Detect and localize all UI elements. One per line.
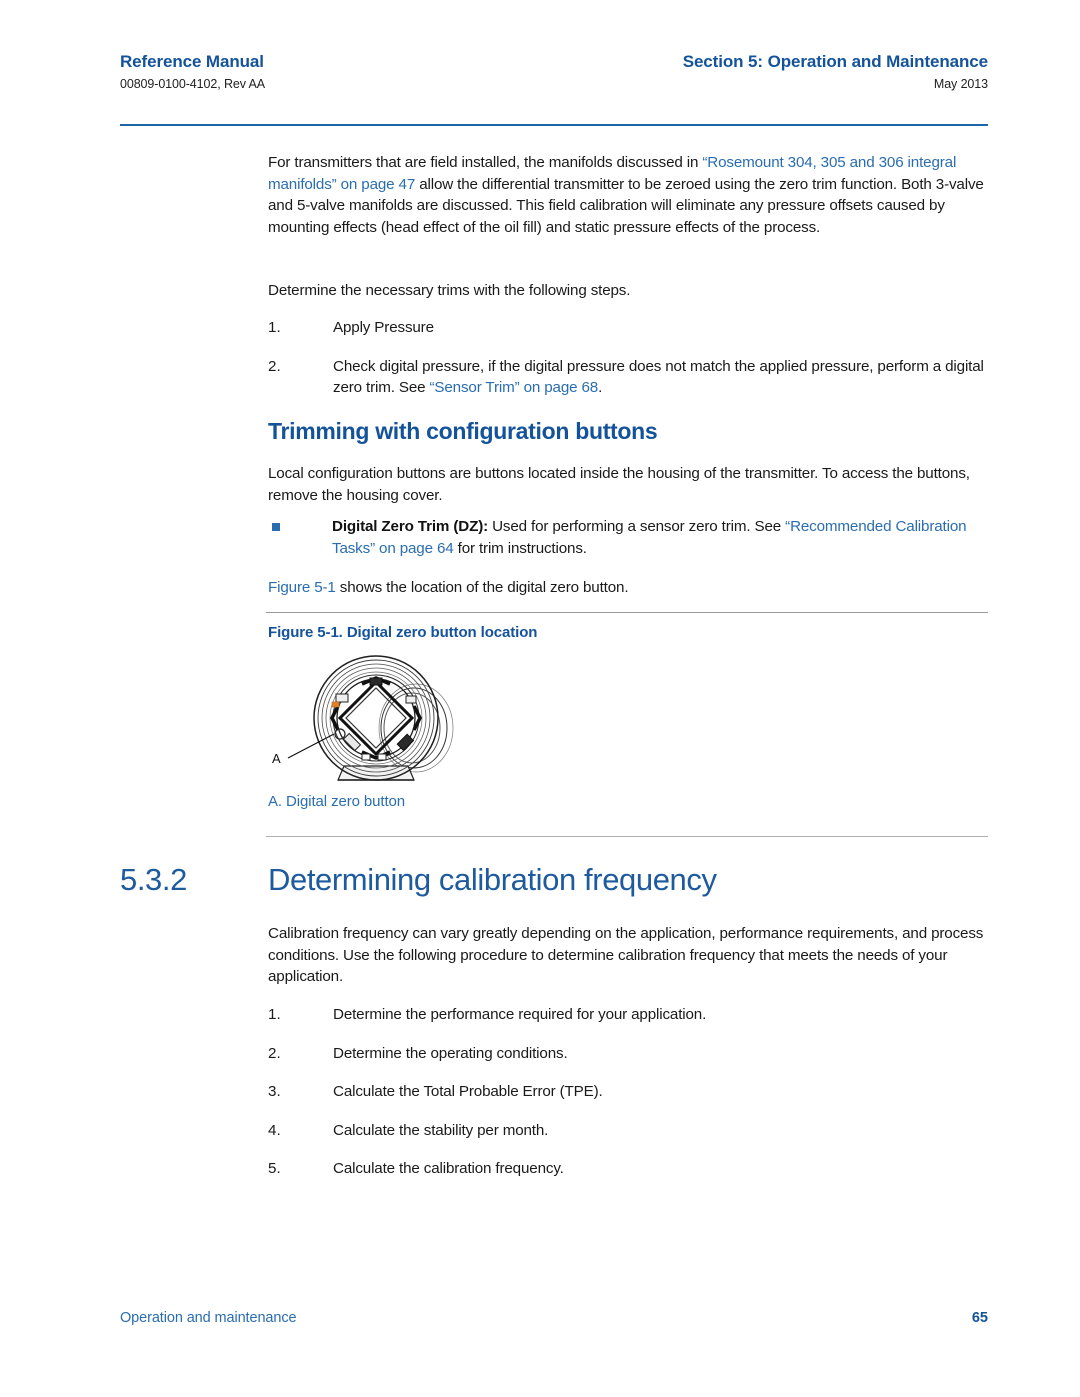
footer-page-number: 65 (971, 1310, 988, 1326)
transmitter-housing-drawing: A (272, 655, 454, 781)
list-item-number: 2. (268, 357, 281, 375)
list-item-text-b: . (598, 379, 603, 396)
list-item-number: 1. (268, 319, 281, 336)
list-item: Digital Zero Trim (DZ): Used for perform… (268, 516, 988, 559)
calibration-procedure-list: 1. Determine the performance required fo… (268, 1004, 988, 1180)
list-item-number: 4. (268, 1121, 281, 1139)
figure-callout-a: A (272, 751, 281, 766)
list-item: 1. Determine the performance required fo… (268, 1004, 988, 1026)
figure-top-divider (266, 612, 988, 613)
header-document-number: 00809-0100-4102, Rev AA (120, 77, 266, 91)
list-item: 4. Calculate the stability per month. (268, 1120, 988, 1142)
page-footer: Operation and maintenance 65 (120, 1310, 988, 1326)
list-item-number: 2. (268, 1044, 281, 1062)
intro-paragraph-text: For transmitters that are field installe… (268, 152, 988, 238)
header-subtitle-row: 00809-0100-4102, Rev AA May 2013 (120, 77, 988, 91)
header-date: May 2013 (933, 77, 988, 91)
list-item-text: Determine the operating conditions. (333, 1044, 568, 1062)
list-item: 2. Check digital pressure, if the digita… (268, 356, 988, 399)
figure-legend: A. Digital zero button (268, 793, 406, 810)
list-item-text: Apply Pressure (333, 319, 434, 336)
header-title-row: Reference Manual Section 5: Operation an… (120, 52, 988, 72)
sensor-trim-cross-reference-link[interactable]: “Sensor Trim” on page 68 (430, 379, 599, 396)
header-divider (120, 124, 988, 126)
footer-chapter-label: Operation and maintenance (120, 1310, 297, 1326)
figure-transmitter-housing-illustration: A (266, 650, 486, 790)
figure-bottom-divider (266, 836, 988, 837)
list-item: 2. Determine the operating conditions. (268, 1043, 988, 1065)
calibration-frequency-paragraph: Calibration frequency can vary greatly d… (268, 923, 988, 988)
section-number: 5.3.2 (120, 862, 187, 897)
figure-reference-text: Figure 5-1 shows the location of the dig… (268, 577, 988, 599)
bullet-text-a: Used for performing a sensor zero trim. … (488, 518, 786, 535)
figure-caption: Figure 5-1. Digital zero button location (268, 624, 538, 641)
local-buttons-paragraph: Local configuration buttons are buttons … (268, 463, 988, 506)
list-item-text: Digital Zero Trim (DZ): Used for perform… (332, 516, 988, 559)
figure-reference-rest: shows the location of the digital zero b… (335, 579, 629, 596)
digital-zero-trim-label: Digital Zero Trim (DZ): (332, 518, 489, 535)
list-item-text: Calculate the calibration frequency. (333, 1160, 564, 1177)
list-item-text: Calculate the stability per month. (333, 1121, 549, 1139)
header-manual-title: Reference Manual (120, 52, 264, 71)
square-bullet-icon (268, 516, 332, 531)
list-item: 5. Calculate the calibration frequency. (268, 1158, 988, 1180)
list-item: 1. Apply Pressure (268, 317, 988, 339)
figure-reference-paragraph: Figure 5-1 shows the location of the dig… (268, 577, 988, 599)
intro-paragraph: For transmitters that are field installe… (268, 152, 988, 238)
list-item-text: Calculate the Total Probable Error (TPE)… (333, 1083, 603, 1100)
list-item-number: 5. (268, 1160, 281, 1177)
list-item: 3. Calculate the Total Probable Error (T… (268, 1081, 988, 1103)
document-page: Reference Manual Section 5: Operation an… (0, 0, 1080, 1397)
list-item-number: 1. (268, 1006, 281, 1023)
local-buttons-text: Local configuration buttons are buttons … (268, 465, 970, 504)
determine-trims-paragraph: Determine the necessary trims with the f… (268, 280, 988, 302)
page-header: Reference Manual Section 5: Operation an… (120, 52, 988, 91)
list-item-number: 3. (268, 1083, 281, 1100)
bullet-text-b: for trim instructions. (453, 539, 587, 557)
calibration-frequency-text: Calibration frequency can vary greatly d… (268, 925, 984, 985)
trim-steps-list: 1. Apply Pressure 2. Check digital press… (268, 317, 988, 399)
list-item-text: Determine the performance required for y… (333, 1006, 707, 1023)
digital-zero-trim-bullet-list: Digital Zero Trim (DZ): Used for perform… (268, 516, 988, 559)
subsection-heading: Trimming with configuration buttons (268, 418, 658, 444)
determine-trims-text: Determine the necessary trims with the f… (268, 282, 631, 299)
header-section-title: Section 5: Operation and Maintenance (682, 52, 988, 71)
intro-text-a: For transmitters that are field installe… (268, 154, 703, 171)
section-title: Determining calibration frequency (268, 862, 717, 897)
section-heading: 5.3.2 Determining calibration frequency (120, 862, 988, 898)
figure-5-1-link[interactable]: Figure 5-1 (268, 579, 336, 596)
list-item-text: Check digital pressure, if the digital p… (333, 356, 988, 399)
